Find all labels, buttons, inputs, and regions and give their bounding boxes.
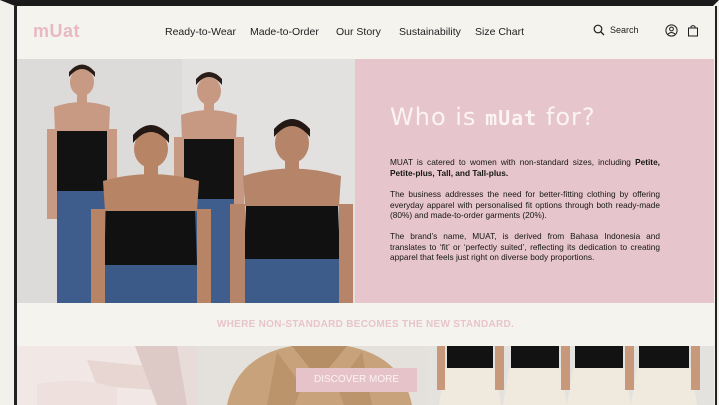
pink-jacket-photo bbox=[17, 346, 197, 405]
nav-sustainability[interactable]: Sustainability bbox=[399, 26, 461, 38]
models-illustration bbox=[17, 59, 355, 303]
white-skirts-photo bbox=[427, 346, 714, 405]
about-heading: Who is mUat for? bbox=[390, 103, 596, 131]
bag-icon[interactable] bbox=[687, 24, 699, 37]
heading-brand: mUat bbox=[485, 106, 538, 130]
search-icon bbox=[593, 24, 605, 36]
collection-strip: DISCOVER MORE bbox=[17, 346, 714, 405]
hero-models-photo bbox=[17, 59, 355, 303]
tagline-band: WHERE NON-STANDARD BECOMES THE NEW STAND… bbox=[17, 303, 714, 346]
site-header: mUat Ready-to-Wear Made-to-Order Our Sto… bbox=[17, 6, 714, 59]
page: mUat Ready-to-Wear Made-to-Order Our Sto… bbox=[17, 6, 714, 405]
nav-size-chart[interactable]: Size Chart bbox=[475, 26, 524, 38]
about-paragraph-name: The brand’s name, MUAT, is derived from … bbox=[390, 231, 660, 262]
nav-our-story[interactable]: Our Story bbox=[336, 26, 381, 38]
about-paragraph-business: The business addresses the need for bett… bbox=[390, 189, 660, 220]
about-panel: Who is mUat for? MUAT is catered to wome… bbox=[355, 59, 714, 303]
nav-made-to-order[interactable]: Made-to-Order bbox=[250, 26, 319, 38]
brand-logo[interactable]: mUat bbox=[33, 21, 80, 42]
tagline-text: WHERE NON-STANDARD BECOMES THE NEW STAND… bbox=[216, 319, 515, 330]
discover-more-button[interactable]: DISCOVER MORE bbox=[296, 368, 417, 392]
search-button[interactable]: Search bbox=[593, 24, 639, 36]
about-paragraph-sizes: MUAT is catered to women with non-standa… bbox=[390, 157, 660, 178]
search-label: Search bbox=[610, 25, 639, 35]
account-icon[interactable] bbox=[665, 24, 678, 37]
hero-section: Who is mUat for? MUAT is catered to wome… bbox=[17, 59, 714, 303]
nav-ready-to-wear[interactable]: Ready-to-Wear bbox=[165, 26, 236, 38]
